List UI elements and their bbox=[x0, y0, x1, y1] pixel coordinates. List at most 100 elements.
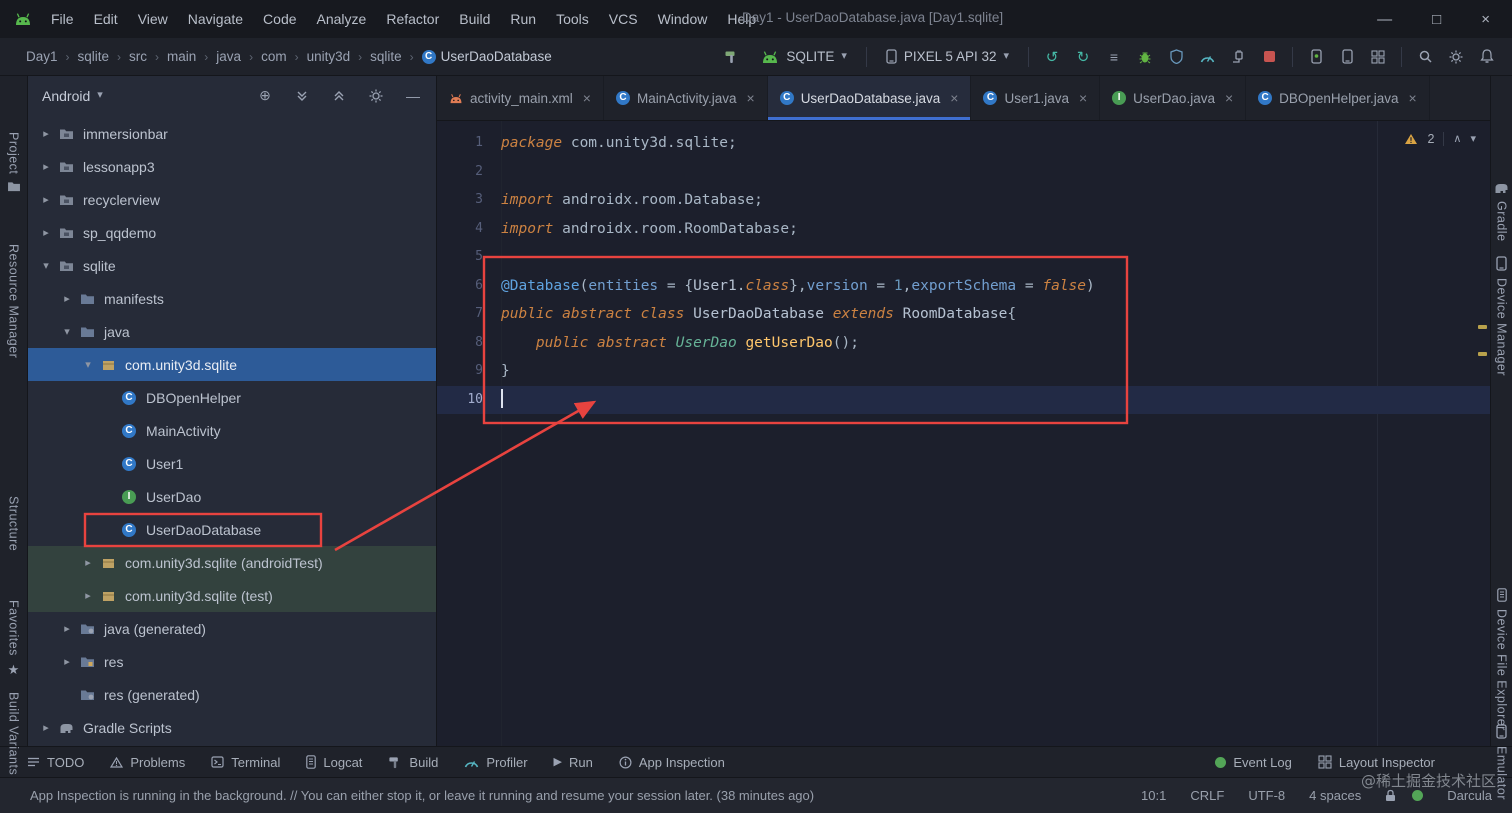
scrollbar-warning-mark[interactable] bbox=[1478, 325, 1487, 329]
close-tab-icon[interactable]: × bbox=[1079, 90, 1087, 106]
settings-icon[interactable] bbox=[1445, 46, 1467, 68]
layout-validation-icon[interactable] bbox=[1367, 46, 1389, 68]
tree-item-java[interactable]: ▾ java bbox=[28, 315, 436, 348]
code-line[interactable]: 10 bbox=[437, 385, 1490, 414]
tab-userdaodatabase-java[interactable]: C UserDaoDatabase.java × bbox=[767, 76, 972, 120]
settings-icon[interactable] bbox=[365, 85, 387, 107]
tab-user1-java[interactable]: C User1.java × bbox=[971, 76, 1101, 120]
menu-edit[interactable]: Edit bbox=[85, 7, 127, 31]
menu-help[interactable]: Help bbox=[718, 7, 765, 31]
stripe-favorites[interactable]: Favorites ★ bbox=[0, 600, 27, 676]
code-line[interactable]: 7 public abstract class UserDaoDatabase e… bbox=[437, 300, 1490, 329]
breadcrumb-item[interactable]: sqlite bbox=[78, 49, 110, 64]
chevron-right-icon[interactable]: ▸ bbox=[78, 556, 98, 569]
stop-icon[interactable] bbox=[1258, 46, 1280, 68]
breadcrumb-item[interactable]: java bbox=[216, 49, 241, 64]
code-line[interactable]: 6 @Database(entities = {User1.class},vers… bbox=[437, 272, 1490, 301]
inspections-widget[interactable]: 2 ∧ ▾ bbox=[1404, 132, 1476, 146]
minimize-button[interactable]: — bbox=[1377, 11, 1392, 28]
tree-item-dbopenhelper[interactable]: C DBOpenHelper bbox=[28, 381, 436, 414]
chevron-right-icon[interactable]: ▸ bbox=[57, 292, 77, 305]
close-button[interactable]: × bbox=[1481, 11, 1490, 28]
tree-item-manifests[interactable]: ▸ manifests bbox=[28, 282, 436, 315]
breadcrumb-item[interactable]: sqlite bbox=[370, 49, 402, 64]
breadcrumb-item[interactable]: main bbox=[167, 49, 196, 64]
device-manager-icon[interactable] bbox=[1305, 46, 1327, 68]
chevron-right-icon[interactable]: ▸ bbox=[36, 193, 56, 206]
stripe-device-manager[interactable]: Device Manager bbox=[1491, 256, 1512, 376]
tree-item-com-unity3d-sqlite[interactable]: ▾ com.unity3d.sqlite bbox=[28, 348, 436, 381]
tool-button-terminal[interactable]: Terminal bbox=[198, 747, 293, 777]
tool-button-logcat[interactable]: Logcat bbox=[293, 747, 375, 777]
menu-refactor[interactable]: Refactor bbox=[377, 7, 448, 31]
menu-code[interactable]: Code bbox=[254, 7, 305, 31]
tree-item-com-unity3d-sqlite-test[interactable]: ▸ com.unity3d.sqlite (test) bbox=[28, 579, 436, 612]
hide-panel-icon[interactable]: — bbox=[402, 85, 424, 107]
chevron-right-icon[interactable]: ▸ bbox=[36, 160, 56, 173]
caret-position[interactable]: 10:1 bbox=[1141, 788, 1166, 803]
close-tab-icon[interactable]: × bbox=[583, 90, 591, 106]
chevron-down-icon[interactable]: ▾ bbox=[78, 358, 98, 371]
expand-all-icon[interactable] bbox=[291, 85, 313, 107]
close-tab-icon[interactable]: × bbox=[1225, 90, 1233, 106]
previous-issue-button[interactable]: ∧ bbox=[1453, 133, 1461, 145]
stripe-project[interactable]: Project bbox=[0, 132, 27, 192]
maximize-button[interactable]: □ bbox=[1432, 11, 1441, 28]
code-line[interactable]: 2 bbox=[437, 158, 1490, 187]
code-line[interactable]: 4 import androidx.room.RoomDatabase; bbox=[437, 215, 1490, 244]
stripe-resource-manager[interactable]: Resource Manager bbox=[0, 244, 27, 358]
tab-userdao-java[interactable]: I UserDao.java × bbox=[1100, 76, 1247, 120]
close-tab-icon[interactable]: × bbox=[950, 90, 958, 106]
menu-window[interactable]: Window bbox=[649, 7, 717, 31]
tool-button-event-log[interactable]: Event Log bbox=[1202, 755, 1305, 770]
notifications-icon[interactable] bbox=[1476, 46, 1498, 68]
menu-analyze[interactable]: Analyze bbox=[308, 7, 376, 31]
breadcrumb-item[interactable]: C UserDaoDatabase bbox=[421, 49, 552, 64]
stripe-build-variants[interactable]: Build Variants bbox=[0, 692, 27, 775]
attach-debugger-icon[interactable] bbox=[1227, 46, 1249, 68]
close-tab-icon[interactable]: × bbox=[1408, 90, 1416, 106]
tree-item-recyclerview[interactable]: ▸ recyclerview bbox=[28, 183, 436, 216]
breadcrumb-item[interactable]: src bbox=[129, 49, 147, 64]
tab-mainactivity-java[interactable]: C MainActivity.java × bbox=[604, 76, 768, 120]
device-select[interactable]: PIXEL 5 API 32 ▾ bbox=[879, 46, 1016, 67]
menu-build[interactable]: Build bbox=[450, 7, 499, 31]
tree-item-mainactivity[interactable]: C MainActivity bbox=[28, 414, 436, 447]
tool-button-run[interactable]: ▶ Run bbox=[541, 747, 606, 777]
chevron-down-icon[interactable]: ▾ bbox=[36, 259, 56, 272]
breadcrumb-item[interactable]: Day1 bbox=[26, 49, 58, 64]
chevron-right-icon[interactable]: ▸ bbox=[36, 226, 56, 239]
build-project-icon[interactable] bbox=[720, 46, 742, 68]
status-indicator-icon[interactable] bbox=[1412, 790, 1424, 801]
tree-item-immersionbar[interactable]: ▸ immersionbar bbox=[28, 117, 436, 150]
tree-item-res-generated[interactable]: res (generated) bbox=[28, 678, 436, 711]
close-tab-icon[interactable]: × bbox=[747, 90, 755, 106]
debug-icon[interactable] bbox=[1134, 46, 1156, 68]
tool-button-problems[interactable]: Problems bbox=[97, 747, 198, 777]
tree-item-userdaodatabase[interactable]: C UserDaoDatabase bbox=[28, 513, 436, 546]
menu-vcs[interactable]: VCS bbox=[600, 7, 647, 31]
chevron-right-icon[interactable]: ▸ bbox=[57, 622, 77, 635]
run-configurations-icon[interactable]: ≡ bbox=[1103, 46, 1125, 68]
code-line[interactable]: 9} bbox=[437, 357, 1490, 386]
tree-item-user1[interactable]: C User1 bbox=[28, 447, 436, 480]
tree-item-sp-qqdemo[interactable]: ▸ sp_qqdemo bbox=[28, 216, 436, 249]
tool-button-build[interactable]: Build bbox=[375, 747, 451, 777]
line-separator-widget[interactable]: CRLF bbox=[1190, 788, 1224, 803]
indent-widget[interactable]: 4 spaces bbox=[1309, 788, 1361, 803]
apply-code-changes-icon[interactable]: ↻ bbox=[1072, 46, 1094, 68]
menu-view[interactable]: View bbox=[129, 7, 177, 31]
code-line[interactable]: 3 import androidx.room.Database; bbox=[437, 186, 1490, 215]
search-icon[interactable] bbox=[1414, 46, 1436, 68]
stripe-structure[interactable]: Structure bbox=[0, 496, 27, 551]
code-line[interactable]: 8 public abstract UserDao getUserDao(); bbox=[437, 329, 1490, 358]
run-configuration-select[interactable]: SQLITE ▾ bbox=[754, 46, 854, 67]
chevron-down-icon[interactable]: ▾ bbox=[57, 325, 77, 338]
tree-item-res[interactable]: ▸ res bbox=[28, 645, 436, 678]
chevron-right-icon[interactable]: ▸ bbox=[78, 589, 98, 602]
tree-item-java-generated[interactable]: ▸ java (generated) bbox=[28, 612, 436, 645]
tree-item-com-unity3d-sqlite-androidtest[interactable]: ▸ com.unity3d.sqlite (androidTest) bbox=[28, 546, 436, 579]
tree-item-gradle-scripts[interactable]: ▸ Gradle Scripts bbox=[28, 711, 436, 744]
chevron-right-icon[interactable]: ▸ bbox=[36, 127, 56, 140]
tree-item-userdao[interactable]: I UserDao bbox=[28, 480, 436, 513]
